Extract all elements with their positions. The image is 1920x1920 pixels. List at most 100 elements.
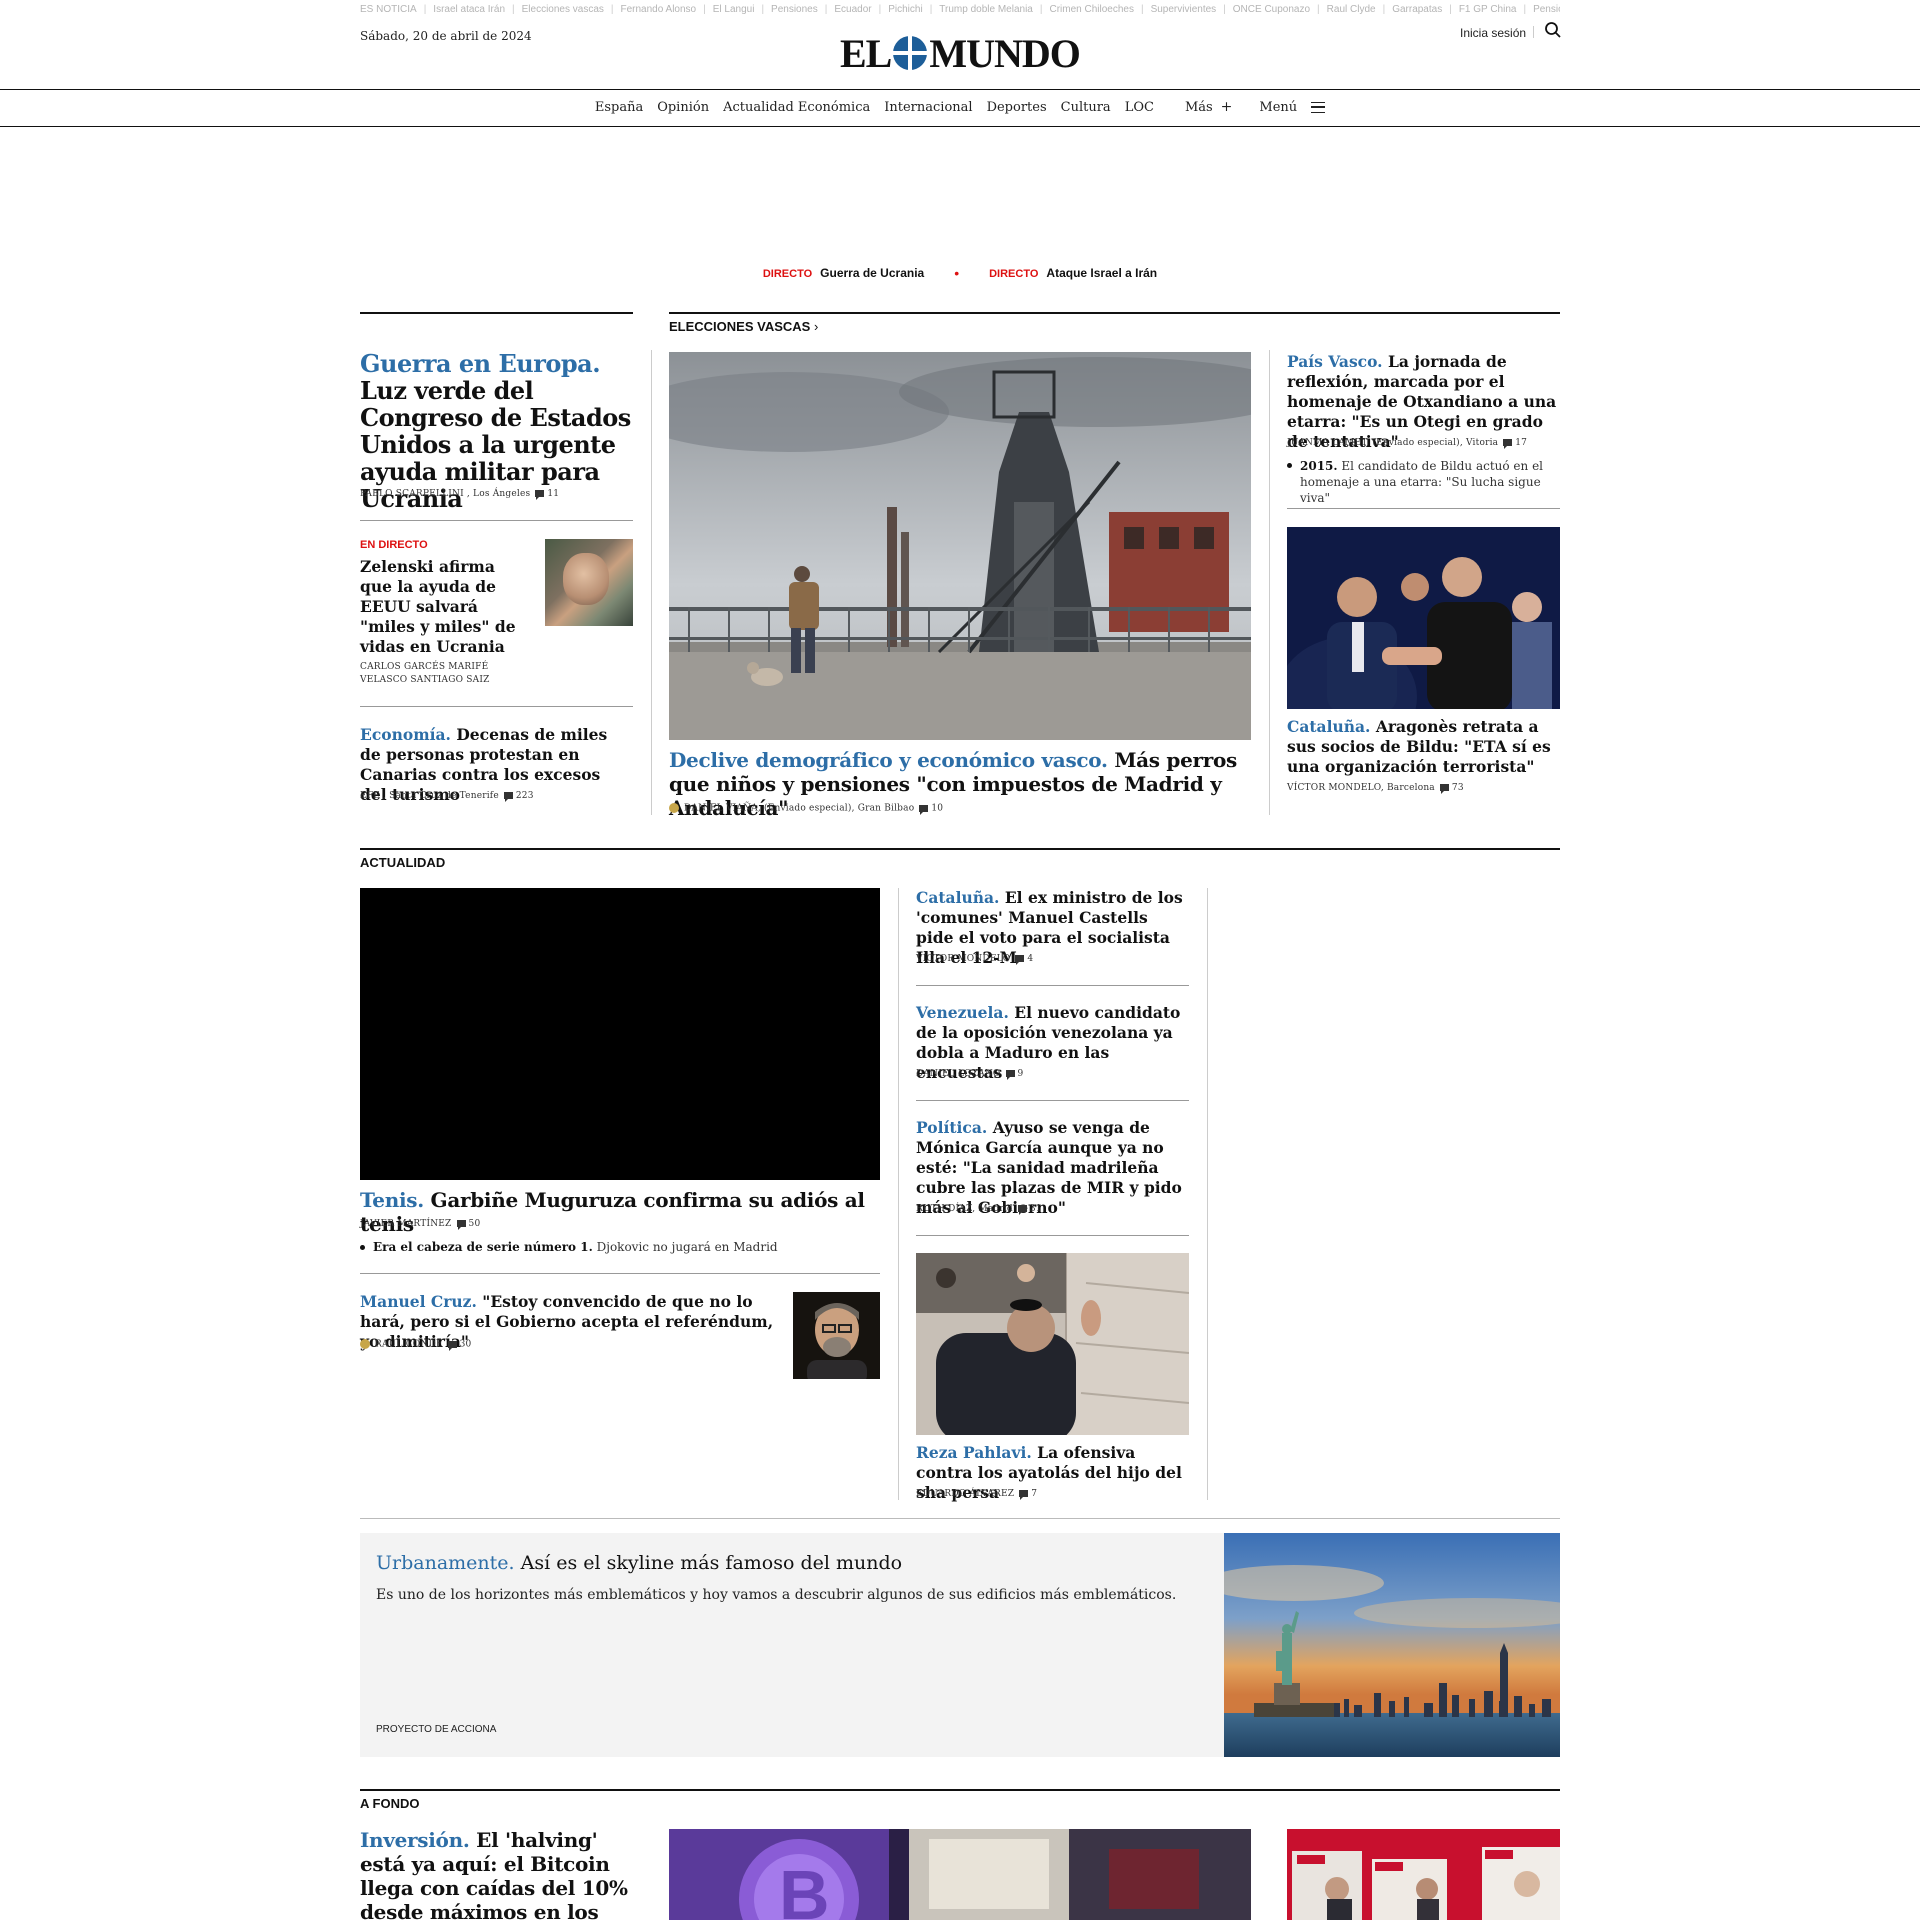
trending-link[interactable]: F1 GP China: [1459, 4, 1517, 15]
nav-more-button[interactable]: Más +: [1185, 99, 1232, 115]
industrial-site-photo[interactable]: [669, 352, 1251, 740]
column-divider: [651, 350, 652, 815]
related-link[interactable]: 2015. El candidato de Bildu actuó en el …: [1287, 458, 1560, 506]
comment-count[interactable]: 31: [1030, 1204, 1042, 1214]
location: Santa Cruz de Tenerife: [389, 791, 499, 801]
photo-illustration: B: [669, 1829, 1251, 1920]
trending-separator: |: [512, 4, 515, 15]
trending-link[interactable]: Elecciones vascas: [522, 4, 604, 15]
nav-item-cultura[interactable]: Cultura: [1061, 100, 1111, 115]
magazine-covers-photo[interactable]: [1287, 1829, 1560, 1920]
live-link-ukraine[interactable]: DIRECTO Guerra de Ucrania: [763, 266, 924, 280]
location: Los Ángeles: [473, 489, 531, 499]
live-link-israel[interactable]: DIRECTO Ataque Israel a Irán: [989, 266, 1157, 280]
trending-link[interactable]: Trump doble Melania: [939, 4, 1033, 15]
story-divider: [360, 1273, 880, 1274]
photo-illustration: [793, 1292, 880, 1379]
column-divider: [1207, 888, 1208, 1500]
politicians-hug-photo[interactable]: [1287, 527, 1560, 709]
trending-separator: |: [1223, 4, 1226, 15]
wailing-wall-photo[interactable]: [916, 1253, 1189, 1435]
skyline-photo[interactable]: [1224, 1533, 1560, 1757]
headline-kicker: Declive demográfico y económico vasco.: [669, 748, 1108, 772]
comment-icon: [919, 804, 929, 815]
trending-link[interactable]: Israel ataca Irán: [433, 4, 505, 15]
headline-kicker: Tenis.: [360, 1188, 424, 1212]
lead-headline-ukraine[interactable]: Guerra en Europa. Luz verde del Congreso…: [360, 350, 640, 512]
related-bold: Era el cabeza de serie número 1.: [373, 1240, 593, 1254]
trending-separator: |: [610, 4, 614, 15]
site-logo[interactable]: EL MUNDO: [840, 30, 1081, 76]
trending-separator: |: [824, 4, 828, 15]
byline: DANIEL VIAÑA, (Enviado especial), Gran B…: [669, 803, 943, 815]
related-link[interactable]: Era el cabeza de serie número 1. Djokovi…: [360, 1240, 873, 1254]
photo-illustration: [916, 1253, 1189, 1435]
svg-text:B: B: [779, 1856, 830, 1920]
child-photo[interactable]: [545, 539, 633, 626]
comment-icon: [503, 792, 513, 802]
headline-bitcoin[interactable]: Inversión. El 'halving' está ya aquí: el…: [360, 1828, 640, 1920]
current-date: Sábado, 20 de abril de 2024: [360, 29, 532, 43]
headline-urbanamente[interactable]: Urbanamente. Así es el skyline más famos…: [376, 1551, 1196, 1575]
section-divider: [360, 1518, 1560, 1519]
trending-link[interactable]: Pensiones: [1533, 4, 1560, 15]
headline-otxandiano[interactable]: País Vasco. La jornada de reflexión, mar…: [1287, 352, 1560, 452]
trending-link[interactable]: Ecuador: [834, 4, 871, 15]
trending-link[interactable]: Fernando Alonso: [621, 4, 697, 15]
comment-count[interactable]: 4: [1027, 954, 1033, 964]
comment-count[interactable]: 10: [931, 804, 943, 814]
search-icon[interactable]: [1544, 21, 1562, 39]
trending-separator: |: [929, 4, 933, 15]
manuel-cruz-portrait[interactable]: [793, 1292, 880, 1379]
headline-kicker: País Vasco.: [1287, 352, 1383, 371]
trending-link[interactable]: El Langui: [713, 4, 755, 15]
bitcoin-photo[interactable]: B: [669, 1829, 1251, 1920]
byline-authors: CARLOS GARCÉS MARIFÉ VELASCO SANTIAGO SA…: [360, 662, 490, 685]
headline-ayuso[interactable]: Política. Ayuso se venga de Mónica Garcí…: [916, 1118, 1189, 1218]
headline-zelenski[interactable]: Zelenski afirma que la ayuda de EEUU sal…: [360, 557, 520, 657]
video-player[interactable]: [360, 888, 880, 1180]
story-divider: [916, 1235, 1189, 1236]
headline-kicker: Manuel Cruz.: [360, 1292, 477, 1311]
comment-count[interactable]: 30: [460, 1340, 472, 1350]
author: PABLO SCARPELLINI: [360, 489, 464, 499]
trending-link[interactable]: Supervivientes: [1151, 4, 1217, 15]
login-link[interactable]: Inicia sesión: [1460, 26, 1526, 40]
comment-count[interactable]: 7: [1031, 1489, 1037, 1499]
trending-link[interactable]: Crimen Chiloeches: [1049, 4, 1133, 15]
section-label-elecciones-vascas[interactable]: ELECCIONES VASCAS ›: [669, 319, 818, 334]
nav-menu-button[interactable]: Menú: [1259, 100, 1326, 115]
nav-item-espana[interactable]: España: [595, 100, 643, 115]
author: EFE: [360, 791, 380, 801]
author: RAÚL CONDE: [375, 1339, 443, 1350]
login-divider: [1533, 26, 1534, 38]
photo-illustration: [669, 352, 1251, 740]
comment-count[interactable]: 50: [469, 1219, 481, 1229]
comment-count[interactable]: 73: [1452, 783, 1464, 793]
trending-link[interactable]: Garrapatas: [1392, 4, 1442, 15]
comment-count[interactable]: 11: [547, 489, 559, 499]
comment-count[interactable]: 223: [516, 791, 534, 801]
trending-link[interactable]: Raul Clyde: [1327, 4, 1376, 15]
headline-aragones[interactable]: Cataluña. Aragonès retrata a sus socios …: [1287, 717, 1560, 777]
nav-item-opinion[interactable]: Opinión: [657, 100, 709, 115]
related-text: Djokovic no jugará en Madrid: [596, 1240, 778, 1254]
nav-item-actualidad-economica[interactable]: Actualidad Económica: [723, 100, 870, 115]
premium-icon: [669, 803, 679, 813]
comment-count[interactable]: 17: [1515, 438, 1527, 448]
story-divider: [1287, 508, 1560, 509]
child-face-shape: [563, 553, 609, 605]
comment-icon: [535, 490, 545, 500]
trending-link[interactable]: ONCE Cuponazo: [1233, 4, 1310, 15]
trending-separator: |: [1449, 4, 1452, 15]
comment-count[interactable]: 9: [1018, 1069, 1024, 1079]
trending-link[interactable]: Pensiones: [771, 4, 818, 15]
trending-separator: |: [423, 4, 427, 15]
byline: JUANMA LAMET, (Enviado especial), Vitori…: [1287, 438, 1528, 449]
section-label-actualidad[interactable]: ACTUALIDAD: [360, 855, 445, 870]
trending-link[interactable]: Pichichi: [888, 4, 922, 15]
nav-item-deportes[interactable]: Deportes: [987, 100, 1047, 115]
nav-item-loc[interactable]: LOC: [1125, 100, 1154, 115]
nav-item-internacional[interactable]: Internacional: [884, 100, 972, 115]
section-label-a-fondo[interactable]: A FONDO: [360, 1796, 419, 1811]
